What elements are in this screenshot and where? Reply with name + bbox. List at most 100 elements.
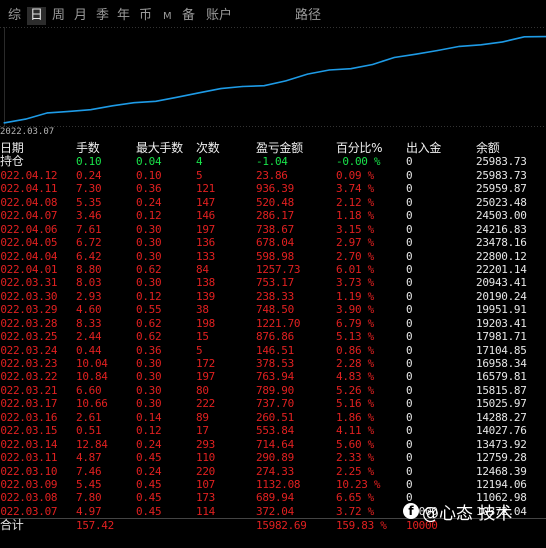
cell-percent: 4.11 % — [336, 424, 374, 438]
position-max-lots: 0.04 — [136, 155, 162, 169]
cell-percent: 5.16 % — [336, 397, 374, 411]
period-tab-bar: 综日周月季年币 M 备账户 路径 — [0, 6, 546, 26]
table-row[interactable]: 2022.03.14 12.84 0.24 293 714.64 5.60 % 0 13473… — [0, 438, 546, 451]
equity-point-23 — [502, 41, 504, 43]
cell-date: 2022.04.05 — [0, 236, 58, 250]
cell-max-lots: 0.62 — [136, 262, 162, 276]
equity-point-2 — [46, 112, 49, 114]
cell-pnl: 1257.73 — [256, 262, 301, 276]
chart-start-date-label: 2022.03.07 — [0, 127, 55, 137]
cell-max-lots: 0.24 — [136, 437, 162, 451]
tab-7[interactable]: M — [163, 8, 172, 26]
cell-pnl: 789.90 — [256, 383, 294, 397]
equity-point-1 — [25, 118, 27, 120]
tab-10[interactable]: 路径 — [295, 7, 321, 25]
header-fund-flow[interactable]: 出入金 — [406, 141, 441, 155]
cell-balance: 16579.81 — [476, 370, 527, 384]
tab-5[interactable]: 年 — [117, 7, 130, 25]
table-row[interactable]: 2022.03.15 0.51 0.12 17 553.84 4.11 % 0 14027.7… — [0, 424, 546, 437]
cell-date: 2022.04.06 — [0, 222, 58, 236]
cell-lots: 2.61 — [76, 410, 102, 424]
cell-max-lots: 0.30 — [136, 397, 162, 411]
table-row[interactable]: 2022.03.24 0.44 0.36 5 146.51 0.86 % 0 17104.85 — [0, 344, 546, 357]
tab-8[interactable]: 备 — [182, 7, 195, 25]
equity-chart: 2022.03.07 — [0, 27, 546, 137]
table-row[interactable]: 2022.03.25 2.44 0.62 15 876.86 5.13 % 0 17981.7… — [0, 330, 546, 343]
table-row[interactable]: 2022.03.17 10.66 0.30 222 737.70 5.16 % 0 15025… — [0, 397, 546, 410]
table-row[interactable]: 2022.03.11 4.87 0.45 110 290.89 2.33 % 0 12759.… — [0, 451, 546, 464]
cell-count: 114 — [196, 504, 215, 518]
cell-date: 2022.03.14 — [0, 437, 58, 451]
cell-lots: 0.44 — [76, 343, 102, 357]
table-row[interactable]: 2022.03.09 5.45 0.45 107 1132.08 10.23 % 0 1219… — [0, 478, 546, 491]
cell-pnl: 689.94 — [256, 491, 294, 505]
cell-fund-flow: 0 — [406, 370, 413, 384]
header-lots[interactable]: 手数 — [76, 141, 100, 155]
cell-fund-flow: 0 — [406, 397, 413, 411]
cell-pnl: 1221.70 — [256, 316, 301, 330]
cell-date: 2022.03.28 — [0, 316, 58, 330]
cell-percent: 2.12 % — [336, 195, 374, 209]
header-max-lots[interactable]: 最大手数 — [136, 141, 183, 155]
cell-max-lots: 0.12 — [136, 289, 162, 303]
equity-point-5 — [111, 105, 113, 107]
total-lots: 157.42 — [76, 519, 114, 533]
equity-point-22 — [480, 44, 482, 46]
table-row[interactable]: 2022.03.31 8.03 0.30 138 753.17 3.73 % 0 20943.… — [0, 276, 546, 289]
cell-date: 2022.04.12 — [0, 168, 58, 182]
table-row[interactable]: 2022.04.04 6.42 0.30 133 598.98 2.70 % 0 22800.… — [0, 250, 546, 263]
tab-3[interactable]: 月 — [74, 7, 87, 25]
table-row[interactable]: 2022.04.12 0.24 0.10 5 23.86 0.09 % 0 25983.73 — [0, 169, 546, 182]
cell-lots: 8.80 — [76, 262, 102, 276]
cell-lots: 2.44 — [76, 330, 102, 344]
cell-lots: 8.03 — [76, 276, 102, 290]
cell-fund-flow: 0 — [406, 249, 413, 263]
cell-lots: 3.46 — [76, 209, 102, 223]
cell-percent: 3.74 % — [336, 182, 374, 196]
tab-2[interactable]: 周 — [52, 7, 65, 25]
header-percent[interactable]: 百分比% — [336, 141, 383, 155]
table-row[interactable]: 2022.03.22 10.84 0.30 197 763.94 4.83 % 0 16579… — [0, 370, 546, 383]
table-row[interactable]: 2022.04.07 3.46 0.12 146 286.17 1.18 % 0 24503.… — [0, 209, 546, 222]
table-row[interactable]: 2022.03.23 10.04 0.30 172 378.53 2.28 % 0 16958… — [0, 357, 546, 370]
table-row[interactable]: 2022.04.01 8.80 0.62 84 1257.73 6.01 % 0 22201.… — [0, 263, 546, 276]
cell-count: 17 — [196, 424, 209, 438]
header-pnl[interactable]: 盈亏金额 — [256, 141, 303, 155]
table-row[interactable]: 2022.03.30 2.93 0.12 139 238.33 1.19 % 0 20190.… — [0, 290, 546, 303]
tab-0[interactable]: 综 — [8, 7, 21, 25]
tab-9[interactable]: 账户 — [206, 7, 232, 25]
table-row[interactable]: 2022.03.29 4.60 0.55 38 748.50 3.90 % 0 19951.9… — [0, 303, 546, 316]
table-row[interactable]: 2022.03.10 7.46 0.24 220 274.33 2.25 % 0 12468.… — [0, 465, 546, 478]
cell-date: 2022.03.31 — [0, 276, 58, 290]
table-row[interactable]: 2022.03.21 6.60 0.30 80 789.90 5.26 % 0 15815.8… — [0, 384, 546, 397]
cell-fund-flow: 0 — [406, 195, 413, 209]
table-row[interactable]: 2022.04.06 7.61 0.30 197 738.67 3.15 % 0 24216.… — [0, 223, 546, 236]
cell-lots: 7.80 — [76, 491, 102, 505]
cell-fund-flow: 0 — [406, 222, 413, 236]
cell-max-lots: 0.12 — [136, 209, 162, 223]
cell-lots: 2.93 — [76, 289, 102, 303]
position-count: 4 — [196, 155, 203, 169]
tab-6[interactable]: 币 — [139, 7, 152, 25]
table-row[interactable]: 2022.03.16 2.61 0.14 89 260.51 1.86 % 0 14288.2… — [0, 411, 546, 424]
equity-point-3 — [68, 110, 70, 112]
table-row[interactable]: 2022.04.05 6.72 0.30 136 678.04 2.97 % 0 23478.… — [0, 236, 546, 249]
cell-date: 2022.03.23 — [0, 357, 58, 370]
table-row[interactable]: 2022.03.28 8.33 0.62 198 1221.70 6.79 % 0 19203… — [0, 317, 546, 330]
cell-balance: 25983.73 — [476, 168, 527, 182]
header-count[interactable]: 次数 — [196, 141, 220, 155]
cell-balance: 16958.34 — [476, 357, 527, 370]
total-pnl: 15982.69 — [256, 519, 307, 533]
tab-4[interactable]: 季 — [96, 7, 109, 25]
header-balance[interactable]: 余额 — [476, 141, 500, 155]
cell-count: 121 — [196, 182, 215, 196]
table-row[interactable]: 2022.04.11 7.30 0.36 121 936.39 3.74 % 0 25959.… — [0, 182, 546, 195]
cell-pnl: 372.04 — [256, 504, 294, 518]
cell-max-lots: 0.24 — [136, 195, 162, 209]
position-row[interactable]: 持仓 0.10 0.04 4 -1.04 -0.00 % 0 25983.73 — [0, 154, 546, 169]
cell-balance: 19951.91 — [476, 303, 527, 317]
cell-date: 2022.03.10 — [0, 464, 58, 478]
tab-1[interactable]: 日 — [27, 7, 47, 25]
equity-point-18 — [393, 56, 395, 59]
table-row[interactable]: 2022.04.08 5.35 0.24 147 520.48 2.12 % 0 25023.… — [0, 196, 546, 209]
